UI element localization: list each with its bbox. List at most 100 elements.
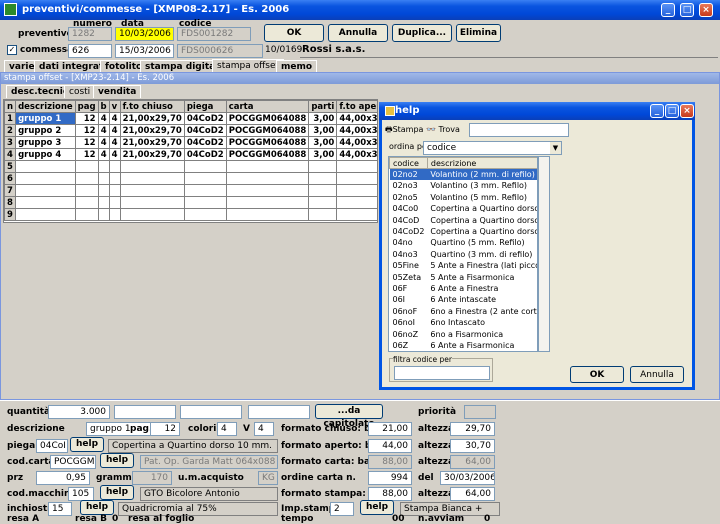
- table-cell[interactable]: 4: [97, 112, 110, 125]
- commessa-codice-field[interactable]: FDS000626: [177, 44, 263, 58]
- table-cell[interactable]: 6: [4, 172, 17, 185]
- table-cell[interactable]: [183, 184, 227, 197]
- help-list-scrollbar[interactable]: [538, 156, 550, 352]
- list-item[interactable]: 04CoD2 Copertina a Quartino dorso 10 mm.: [390, 226, 538, 237]
- codcarta-field[interactable]: POCGGM0: [50, 455, 96, 469]
- table-cell[interactable]: [15, 160, 76, 173]
- table-cell[interactable]: 21,00x29,70: [119, 124, 185, 137]
- table-cell[interactable]: [15, 196, 76, 209]
- formato-aperto-altezza-field[interactable]: 30,70: [450, 439, 495, 453]
- preventivo-numero-field[interactable]: 1282: [68, 27, 112, 41]
- codcarta-help-button[interactable]: help: [100, 453, 134, 468]
- table-cell[interactable]: 8: [4, 196, 17, 209]
- table-row[interactable]: 3 gruppo 3 12 4 4 21,00x29,70 04CoD2 POCGGM0640…: [4, 136, 377, 149]
- table-row[interactable]: 1 gruppo 1 12 4 4 21,00x29,70 04CoD2 POCGGM0640…: [4, 112, 377, 125]
- commessa-data-field[interactable]: 15/03/2006: [115, 44, 174, 58]
- table-cell[interactable]: POCGGM064088: [225, 112, 310, 125]
- inchiostro-help-button[interactable]: help: [80, 500, 114, 515]
- table-cell[interactable]: [119, 172, 185, 185]
- table-cell[interactable]: [183, 208, 227, 221]
- table-cell[interactable]: [225, 172, 310, 185]
- maximize-icon[interactable]: □: [680, 3, 694, 17]
- table-cell[interactable]: [308, 160, 338, 173]
- list-item[interactable]: 05Zeta 5 Ante a Fisarmonica: [390, 271, 538, 282]
- preventivo-data-field[interactable]: 10/03/2006: [115, 27, 174, 41]
- table-cell[interactable]: 3,00: [308, 124, 338, 137]
- help-close-icon[interactable]: ×: [680, 104, 694, 118]
- table-cell[interactable]: 9: [4, 208, 17, 221]
- list-item[interactable]: 02no5 Volantino (5 mm. Refilo): [390, 192, 538, 203]
- priorita-field[interactable]: [464, 405, 496, 419]
- table-cell[interactable]: [119, 208, 185, 221]
- table-cell[interactable]: [108, 184, 121, 197]
- grid-col-header[interactable]: descrizione: [15, 100, 76, 113]
- table-cell[interactable]: 3: [4, 136, 17, 149]
- list-item[interactable]: 05Fine 5 Ante a Finestra (lati piccoli): [390, 260, 538, 271]
- table-row[interactable]: 7: [4, 184, 377, 197]
- table-cell[interactable]: [15, 208, 76, 221]
- codmacchina-field[interactable]: 105: [68, 487, 94, 501]
- table-cell[interactable]: [108, 172, 121, 185]
- table-cell[interactable]: [308, 208, 338, 221]
- table-cell[interactable]: [15, 172, 76, 185]
- table-cell[interactable]: 12: [74, 124, 99, 137]
- formato-carta-altezza-field[interactable]: 64,00: [450, 455, 495, 469]
- table-cell[interactable]: 4: [97, 136, 110, 149]
- table-cell[interactable]: [336, 196, 377, 209]
- close-icon[interactable]: ×: [699, 3, 713, 17]
- inchiostro-field[interactable]: 15: [48, 502, 72, 516]
- table-cell[interactable]: [225, 196, 310, 209]
- table-cell[interactable]: gruppo 4: [15, 148, 76, 161]
- grid-col-header[interactable]: b: [97, 100, 110, 113]
- table-cell[interactable]: [74, 160, 99, 173]
- formato-chiuso-altezza-field[interactable]: 29,70: [450, 422, 495, 436]
- table-cell[interactable]: 04CoD2: [183, 112, 227, 125]
- help-ok-button[interactable]: OK: [570, 366, 624, 383]
- table-cell[interactable]: [119, 196, 185, 209]
- grid-col-header[interactable]: carta: [225, 100, 310, 113]
- table-cell[interactable]: 4: [97, 124, 110, 137]
- table-row[interactable]: 4 gruppo 4 12 4 4 21,00x29,70 04CoD2 POCGGM0640…: [4, 148, 377, 161]
- table-cell[interactable]: [225, 208, 310, 221]
- duplica-button[interactable]: Duplica...: [392, 24, 452, 42]
- table-cell[interactable]: [225, 160, 310, 173]
- table-cell[interactable]: 44,00x30,70: [336, 136, 377, 149]
- table-row[interactable]: 2 gruppo 2 12 4 4 21,00x29,70 04CoD2 POCGGM0640…: [4, 124, 377, 137]
- piega-field[interactable]: 04CoI: [36, 439, 68, 453]
- formato-carta-field[interactable]: 88,00: [368, 455, 412, 469]
- list-item[interactable]: 06I 6 Ante intascate: [390, 294, 538, 305]
- quantita-field-3[interactable]: [180, 405, 242, 419]
- formato-stampa-field[interactable]: 88,00: [368, 487, 412, 501]
- table-cell[interactable]: [108, 160, 121, 173]
- ok-button[interactable]: OK: [264, 24, 324, 42]
- colori-b-field[interactable]: 4: [217, 422, 237, 436]
- preventivo-codice-field[interactable]: FDS001282: [177, 27, 251, 41]
- grid-col-header[interactable]: piega: [183, 100, 227, 113]
- impstampa-help-button[interactable]: help: [360, 500, 394, 515]
- offset-grid[interactable]: n descrizione pag b v f.to chiuso piega carta pa…: [3, 99, 378, 223]
- table-cell[interactable]: 4: [97, 148, 110, 161]
- table-cell[interactable]: POCGGM064088: [225, 148, 310, 161]
- table-cell[interactable]: 2: [4, 124, 17, 137]
- table-cell[interactable]: gruppo 3: [15, 136, 76, 149]
- table-row[interactable]: 9: [4, 208, 377, 221]
- pag-field[interactable]: 12: [150, 422, 180, 436]
- grid-col-header[interactable]: parti: [308, 100, 338, 113]
- table-cell[interactable]: [74, 208, 99, 221]
- help-minimize-icon[interactable]: _: [650, 104, 664, 118]
- table-cell[interactable]: [308, 184, 338, 197]
- grammi-field[interactable]: 170: [132, 471, 172, 485]
- formato-aperto-field[interactable]: 44,00: [368, 439, 412, 453]
- table-cell[interactable]: [74, 172, 99, 185]
- grid-col-header[interactable]: v: [108, 100, 121, 113]
- table-cell[interactable]: [308, 172, 338, 185]
- table-cell[interactable]: [336, 172, 377, 185]
- table-cell[interactable]: [97, 196, 110, 209]
- tab-stampa-offset[interactable]: stampa offset: [212, 59, 285, 72]
- table-cell[interactable]: [183, 160, 227, 173]
- table-cell[interactable]: [119, 184, 185, 197]
- table-cell[interactable]: [119, 160, 185, 173]
- table-cell[interactable]: gruppo 2: [15, 124, 76, 137]
- table-row[interactable]: 5: [4, 160, 377, 173]
- table-cell[interactable]: POCGGM064088: [225, 136, 310, 149]
